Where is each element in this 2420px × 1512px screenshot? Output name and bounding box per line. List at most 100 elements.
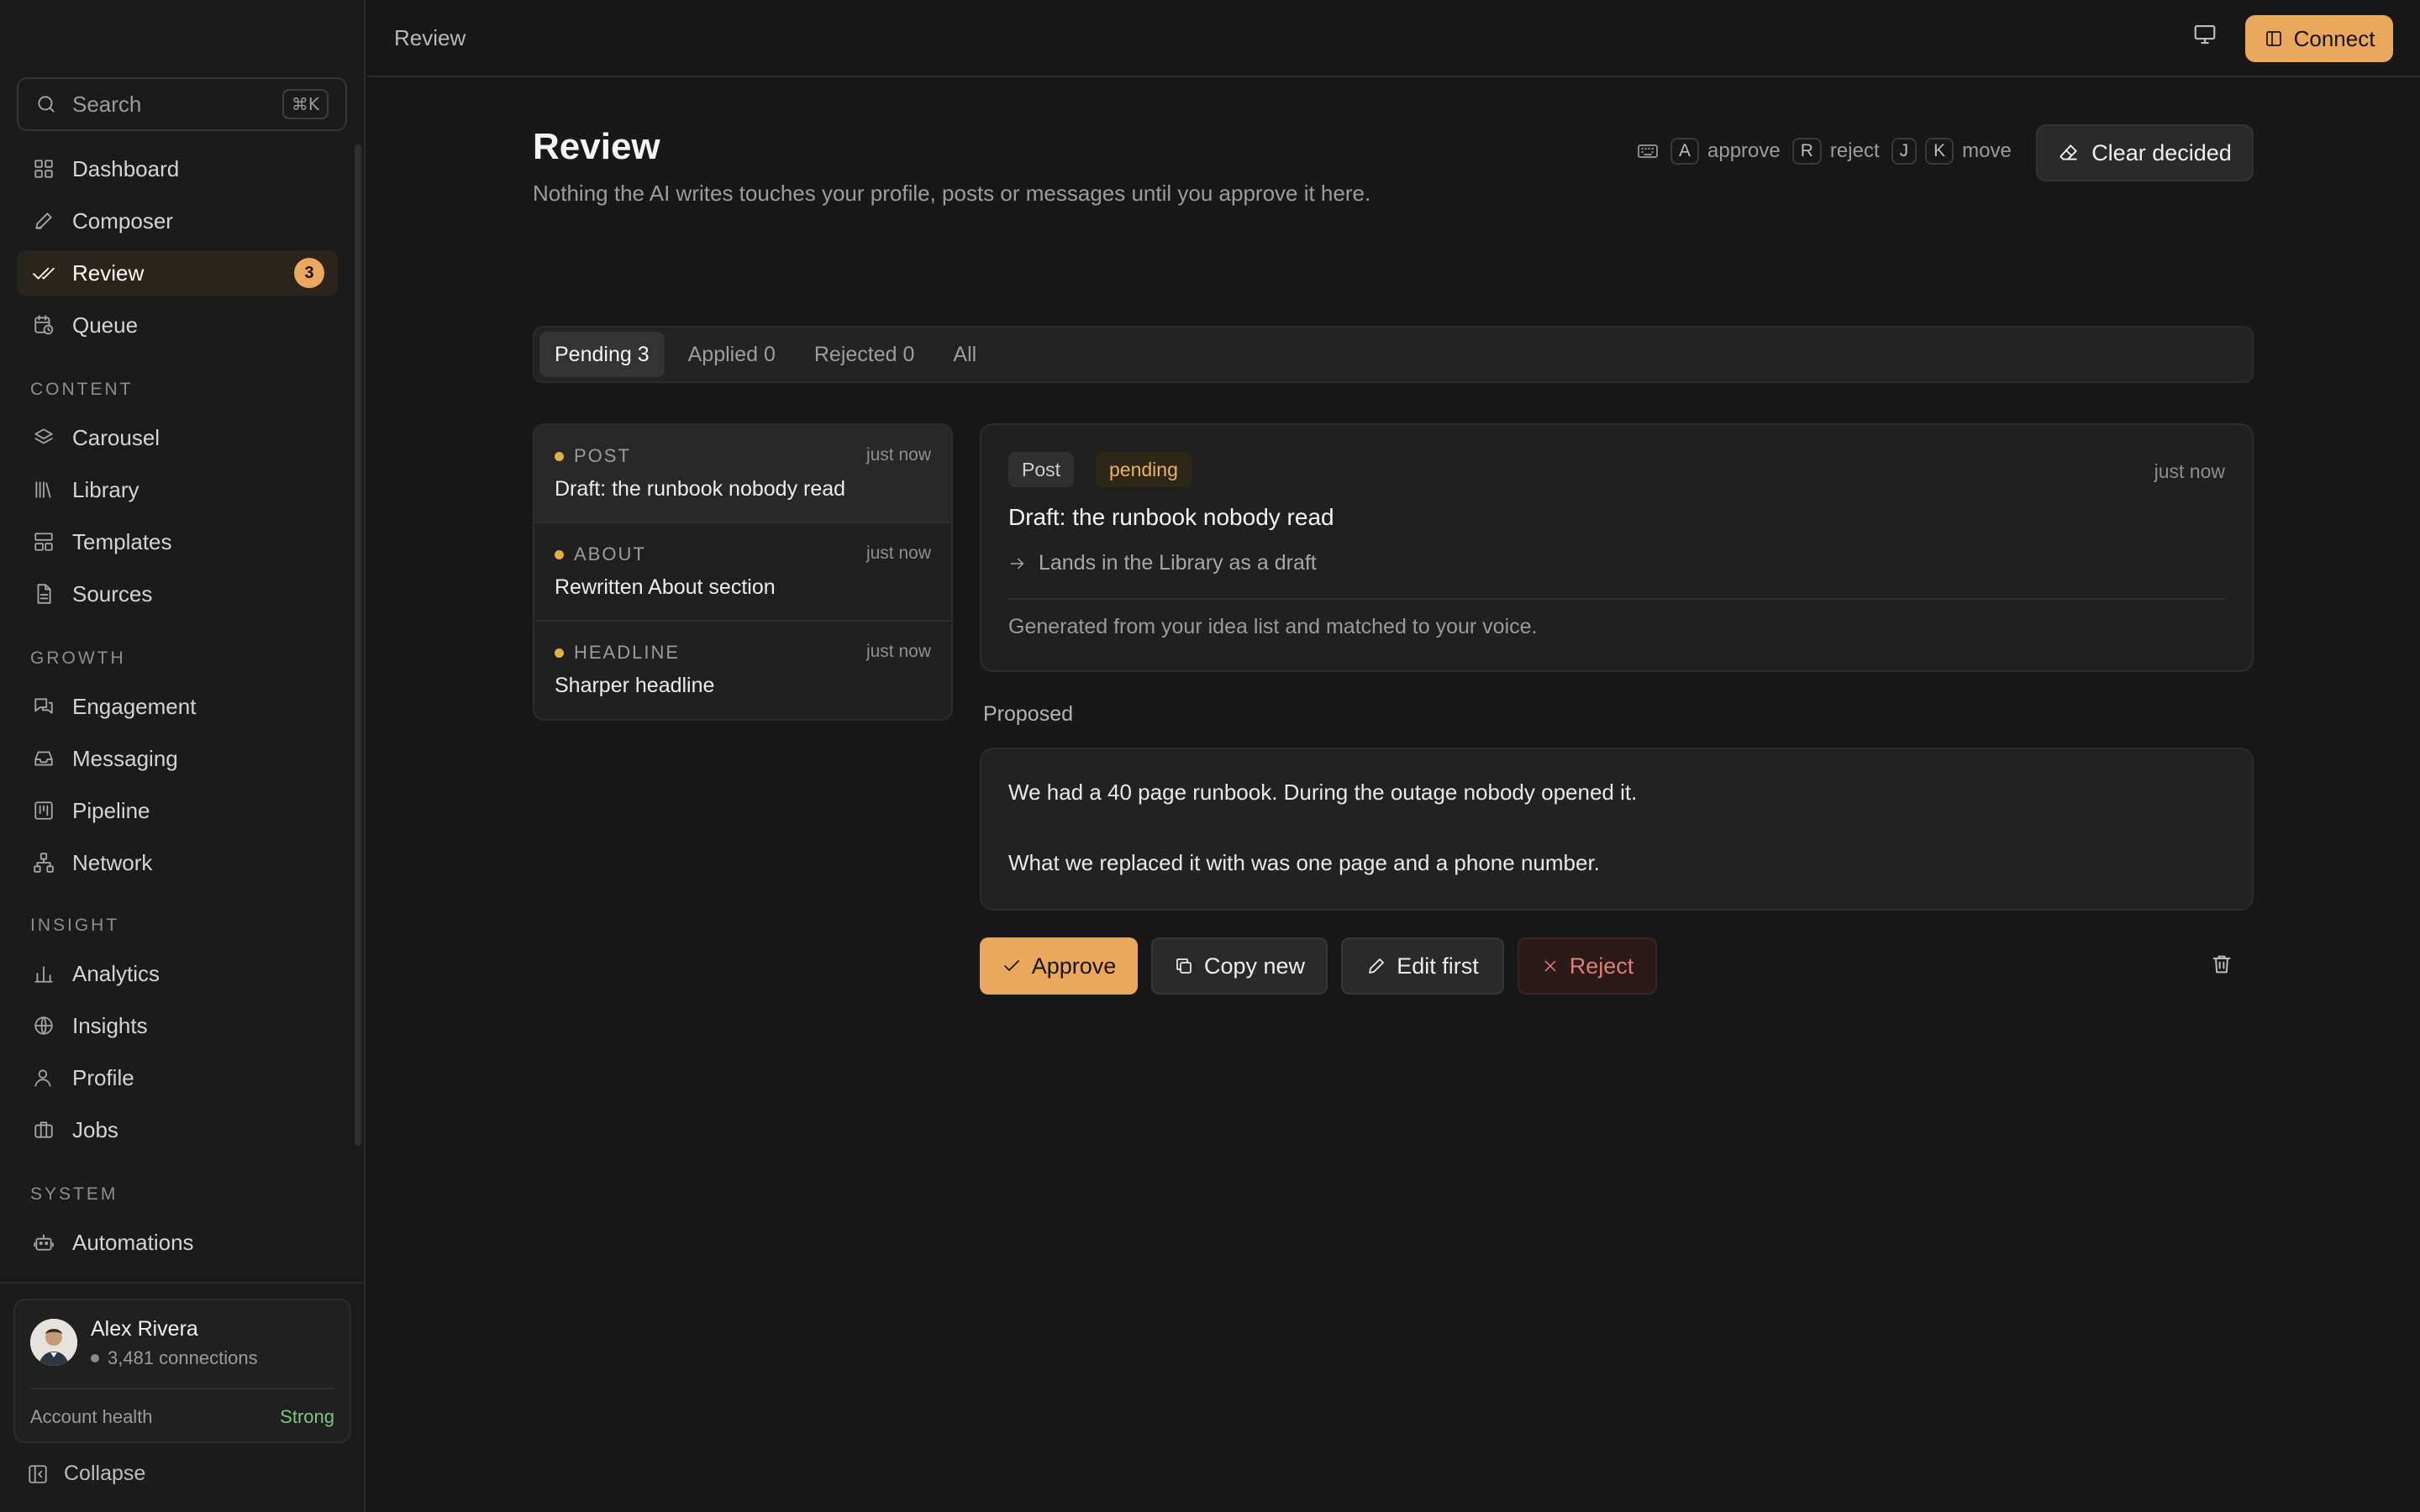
sidebar-item-label: Profile xyxy=(72,1064,134,1090)
sidebar-item-label: Automations xyxy=(72,1229,194,1255)
sidebar-item-label: Analytics xyxy=(72,960,160,986)
destination-text: Lands in the Library as a draft xyxy=(1039,551,1317,575)
copy-icon xyxy=(1174,956,1194,976)
arrow-right-icon xyxy=(1008,554,1027,573)
reject-label: Reject xyxy=(1569,953,1634,979)
detail-time: just now xyxy=(2154,460,2225,482)
shortcut-label-reject: reject xyxy=(1829,139,1880,162)
item-kind-label: HEADLINE xyxy=(574,642,681,663)
list-item[interactable]: POST just now Draft: the runbook nobody … xyxy=(534,425,951,523)
shortcut-key-r: R xyxy=(1791,138,1822,165)
account-card[interactable]: Alex Rivera 3,481 connections Account he… xyxy=(13,1299,351,1443)
sidebar-item-label: Network xyxy=(72,849,153,875)
generation-note: Generated from your idea list and matche… xyxy=(1008,615,1538,638)
edit-first-label: Edit first xyxy=(1397,953,1479,979)
keyboard-shortcuts: A approve R reject J K move xyxy=(1637,138,2023,165)
tab-rejected[interactable]: Rejected 0 xyxy=(799,332,930,377)
approve-button[interactable]: Approve xyxy=(980,937,1138,995)
search-placeholder: Search xyxy=(72,91,142,117)
sidebar-item-jobs[interactable]: Jobs xyxy=(17,1107,338,1152)
status-tabs: Pending 3 Applied 0 Rejected 0 All xyxy=(533,326,2254,383)
clear-decided-label: Clear decided xyxy=(2091,139,2232,165)
trash-icon[interactable] xyxy=(2210,953,2233,976)
sidebar-item-insights[interactable]: Insights xyxy=(17,1003,338,1048)
sidebar-item-label: Insights xyxy=(72,1012,148,1038)
sidebar-item-profile[interactable]: Profile xyxy=(17,1055,338,1100)
sidebar-item-automations[interactable]: Automations xyxy=(17,1220,338,1265)
sidebar-item-label: Review xyxy=(72,260,145,286)
connect-label: Connect xyxy=(2293,25,2375,51)
connect-button[interactable]: Connect xyxy=(2245,15,2393,62)
robot-icon xyxy=(30,1231,57,1253)
sidebar-item-composer[interactable]: Composer xyxy=(17,198,338,244)
item-time: just now xyxy=(865,642,931,661)
sidebar-item-library[interactable]: Library xyxy=(17,467,338,512)
calendar-clock-icon xyxy=(30,314,57,336)
pending-dot xyxy=(555,648,564,658)
edit-first-button[interactable]: Edit first xyxy=(1341,937,1504,995)
sidebar-item-analytics[interactable]: Analytics xyxy=(17,951,338,996)
library-icon xyxy=(30,479,57,501)
sidebar-item-network[interactable]: Network xyxy=(17,840,338,885)
clear-decided-button[interactable]: Clear decided xyxy=(2036,124,2254,181)
shortcut-key-k: K xyxy=(1925,138,1954,165)
reject-button[interactable]: Reject xyxy=(1518,937,1657,995)
pencil-icon xyxy=(30,210,57,232)
review-count-badge: 3 xyxy=(294,258,324,288)
double-check-icon xyxy=(30,262,57,284)
tab-pending[interactable]: Pending 3 xyxy=(539,332,665,377)
sidebar-scrollbar[interactable] xyxy=(355,144,361,1146)
sidebar-item-templates[interactable]: Templates xyxy=(17,519,338,564)
account-health-label: Account health xyxy=(30,1406,153,1427)
user-name: Alex Rivera xyxy=(91,1317,198,1341)
briefcase-icon xyxy=(30,1119,57,1141)
item-kind: POST xyxy=(555,445,631,467)
pending-dot xyxy=(555,549,564,559)
approve-label: Approve xyxy=(1031,953,1117,979)
proposed-line: What we replaced it with was one page an… xyxy=(1008,850,1600,875)
top-bar: Review Connect xyxy=(367,0,2420,77)
tab-all[interactable]: All xyxy=(938,332,992,377)
tab-applied[interactable]: Applied 0 xyxy=(673,332,791,377)
list-item[interactable]: ABOUT just now Rewritten About section xyxy=(534,523,951,622)
sidebar-item-messaging[interactable]: Messaging xyxy=(17,736,338,781)
sidebar-item-label: Pipeline xyxy=(72,797,150,823)
search-icon xyxy=(35,93,57,115)
review-list: POST just now Draft: the runbook nobody … xyxy=(533,423,953,721)
bar-chart-icon xyxy=(30,963,57,984)
user-icon xyxy=(30,1067,57,1089)
item-kind: HEADLINE xyxy=(555,642,680,664)
collapse-button[interactable]: Collapse xyxy=(27,1462,145,1486)
copy-new-button[interactable]: Copy new xyxy=(1151,937,1328,995)
sidebar-item-label: Dashboard xyxy=(72,155,180,181)
proposed-line: We had a 40 page runbook. During the out… xyxy=(1008,780,1638,805)
grid-icon xyxy=(30,158,57,180)
shortcut-key-j: J xyxy=(1891,138,1918,165)
sidebar-divider xyxy=(0,1282,366,1284)
sidebar-item-label: Carousel xyxy=(72,424,160,450)
sidebar-item-carousel[interactable]: Carousel xyxy=(17,415,338,460)
sidebar-item-label: Sources xyxy=(72,580,153,606)
sidebar-item-queue[interactable]: Queue xyxy=(17,302,338,348)
sidebar-item-label: Jobs xyxy=(72,1116,118,1142)
sidebar-item-dashboard[interactable]: Dashboard xyxy=(17,146,338,192)
sidebar-item-sources[interactable]: Sources xyxy=(17,571,338,617)
panel-icon xyxy=(2264,29,2284,49)
layers-icon xyxy=(30,427,57,449)
list-item[interactable]: HEADLINE just now Sharper headline xyxy=(534,622,951,719)
pending-dot xyxy=(555,451,564,461)
section-title-growth: GROWTH xyxy=(30,648,126,668)
template-icon xyxy=(30,531,57,553)
page-title: Review xyxy=(533,126,660,167)
collapse-label: Collapse xyxy=(64,1462,146,1485)
kanban-icon xyxy=(30,800,57,822)
sidebar: Search ⌘K Dashboard Composer Review 3 Qu… xyxy=(0,0,366,1512)
sidebar-item-review[interactable]: Review 3 xyxy=(17,250,338,296)
sidebar-item-pipeline[interactable]: Pipeline xyxy=(17,788,338,833)
section-title-system: SYSTEM xyxy=(30,1184,118,1204)
avatar xyxy=(30,1319,77,1366)
sidebar-item-engagement[interactable]: Engagement xyxy=(17,684,338,729)
shortcut-label-approve: approve xyxy=(1707,139,1781,162)
search-input[interactable]: Search ⌘K xyxy=(17,77,347,131)
monitor-icon[interactable] xyxy=(2192,22,2217,47)
